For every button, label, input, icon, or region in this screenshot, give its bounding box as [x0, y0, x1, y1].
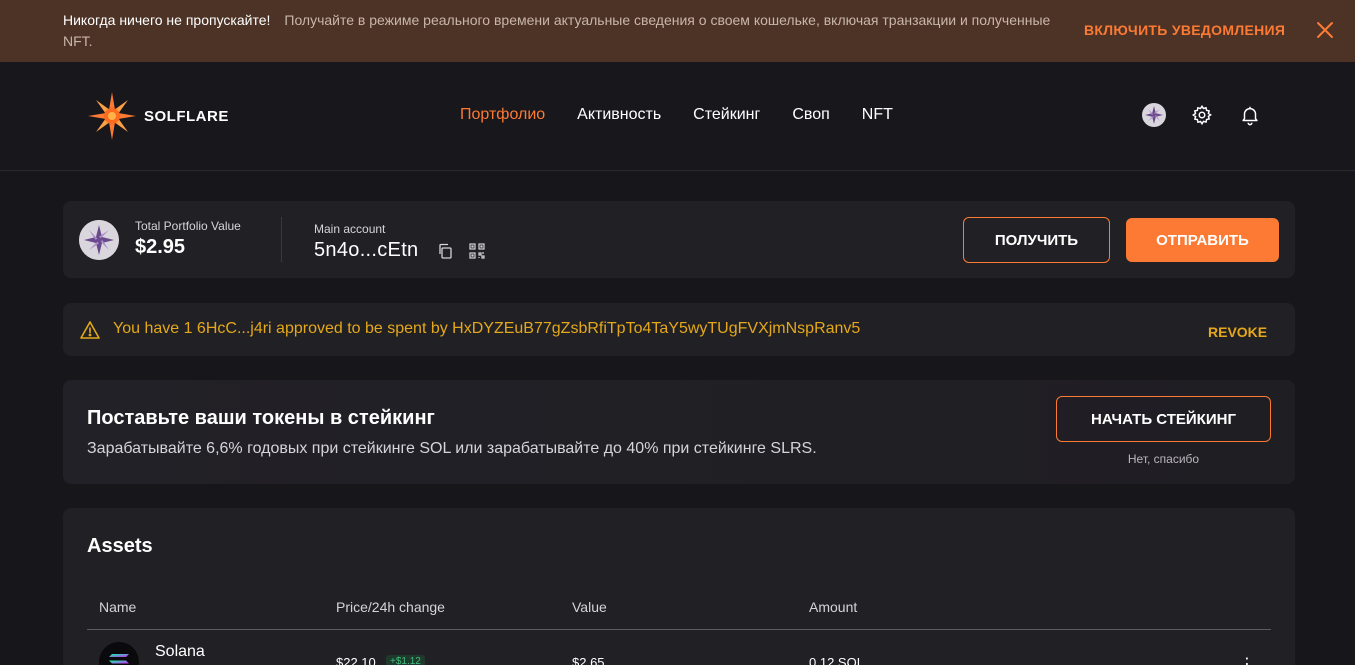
logo-text: SOLFLARE	[144, 107, 229, 125]
account-address: 5n4o...cEtn	[314, 239, 419, 261]
nav-swap[interactable]: Своп	[792, 106, 829, 124]
notification-banner: Никогда ничего не пропускайте! Получайте …	[0, 0, 1355, 62]
portfolio-card: Total Portfolio Value $2.95 Main account…	[63, 201, 1295, 278]
asset-price-change: +$1.12	[386, 655, 425, 665]
gear-icon[interactable]	[1190, 103, 1214, 127]
header-icons	[1142, 103, 1262, 127]
assets-card: Assets Name Price/24h change Value Amoun…	[63, 508, 1295, 665]
nav-portfolio[interactable]: Портфолио	[460, 106, 545, 124]
warning-icon	[80, 321, 100, 339]
asset-amount: 0.12 SOL	[809, 655, 864, 665]
staking-description: Зарабатывайте 6,6% годовых при стейкинге…	[87, 440, 817, 457]
top-header: SOLFLARE Портфолио Активность Стейкинг С…	[0, 62, 1355, 171]
nav-activity[interactable]: Активность	[577, 106, 661, 124]
table-header-divider	[87, 629, 1271, 630]
column-header-amount[interactable]: Amount	[809, 599, 857, 615]
column-header-name[interactable]: Name	[99, 599, 136, 615]
start-staking-button[interactable]: НАЧАТЬ СТЕЙКИНГ	[1056, 396, 1271, 442]
revoke-button[interactable]: REVOKE	[1208, 324, 1267, 340]
wallet-avatar	[79, 220, 119, 260]
solflare-logo[interactable]: SOLFLARE	[86, 90, 229, 142]
column-header-price[interactable]: Price/24h change	[336, 599, 445, 615]
asset-value: $2.65	[572, 655, 605, 665]
divider	[281, 217, 282, 262]
total-portfolio-value: $2.95	[135, 236, 186, 258]
main-nav: Портфолио Активность Стейкинг Своп NFT	[460, 106, 893, 124]
bell-icon[interactable]	[1238, 103, 1262, 127]
qr-code-icon[interactable]	[469, 243, 485, 259]
total-portfolio-label: Total Portfolio Value	[135, 219, 241, 233]
staking-promo: Поставьте ваши токены в стейкинг Зарабат…	[63, 380, 1295, 484]
asset-price: $22.10	[336, 655, 376, 665]
avatar-icon[interactable]	[1142, 103, 1166, 127]
assets-title: Assets	[87, 535, 153, 557]
asset-name[interactable]: Solana	[155, 643, 205, 661]
receive-button[interactable]: ПОЛУЧИТЬ	[963, 217, 1110, 263]
staking-title: Поставьте ваши токены в стейкинг	[87, 407, 435, 429]
banner-text: Никогда ничего не пропускайте! Получайте …	[63, 10, 1063, 52]
nav-staking[interactable]: Стейкинг	[693, 106, 760, 124]
dismiss-staking-link[interactable]: Нет, спасибо	[1056, 452, 1271, 466]
copy-icon[interactable]	[437, 243, 453, 259]
column-header-value[interactable]: Value	[572, 599, 607, 615]
warning-text: You have 1 6HcC...j4ri approved to be sp…	[113, 320, 861, 337]
solana-icon	[99, 642, 139, 665]
sun-logo-icon	[88, 92, 136, 140]
banner-title: Никогда ничего не пропускайте!	[63, 12, 271, 28]
close-icon[interactable]	[1316, 21, 1334, 39]
enable-notifications-button[interactable]: ВКЛЮЧИТЬ УВЕДОМЛЕНИЯ	[1084, 22, 1285, 38]
nav-nft[interactable]: NFT	[862, 106, 893, 124]
more-options-icon[interactable]: ⋮	[1239, 654, 1255, 665]
approval-warning: You have 1 6HcC...j4ri approved to be sp…	[63, 303, 1295, 356]
account-label: Main account	[314, 222, 386, 236]
send-button[interactable]: ОТПРАВИТЬ	[1126, 218, 1279, 262]
